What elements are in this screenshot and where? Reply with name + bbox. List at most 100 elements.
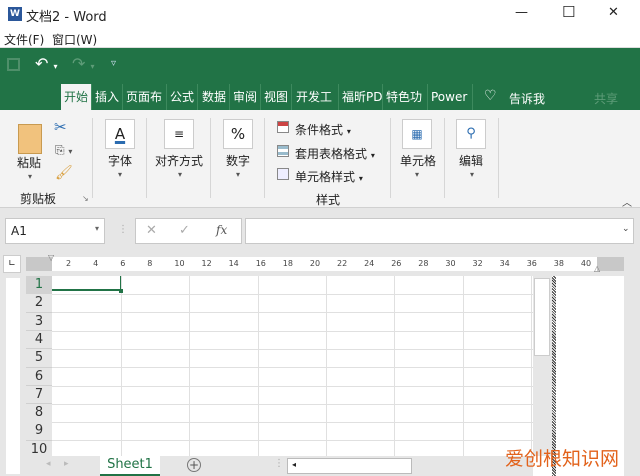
number-button[interactable]: 数字 [226,152,250,169]
alignment-icon[interactable]: ≡ [164,119,194,149]
cells-button[interactable]: 单元格 [400,152,436,169]
cell-styles-button[interactable]: 单元格样式 ▾ [295,168,363,185]
ruler-mark: 32 [472,259,483,268]
word-icon: W [8,7,22,21]
font-button[interactable]: 字体 [108,152,132,169]
row-header[interactable]: 7 [26,385,52,405]
row-header[interactable]: 5 [26,349,52,368]
minimize-button[interactable]: — [515,5,528,20]
indent-marker[interactable]: ▽ [48,253,54,262]
row-header[interactable]: 9 [26,422,52,441]
tab-page-layout[interactable]: 页面布 [123,84,167,110]
enter-icon[interactable]: ✓ [179,223,190,238]
gridline [52,440,533,442]
alignment-button[interactable]: 对齐方式 [155,152,203,169]
alignment-dropdown-icon[interactable]: ▾ [178,170,182,179]
editing-icon[interactable]: ⚲ [456,119,486,149]
menu-file[interactable]: 文件(F) [4,31,44,48]
column-gridline [394,276,395,456]
prev-sheet-icon[interactable]: ◂ [46,459,51,469]
cells-dropdown-icon[interactable]: ▾ [415,170,419,179]
cancel-icon[interactable]: ✕ [146,223,157,238]
splitter-handle[interactable]: ⋮ [274,458,284,469]
scroll-left-icon[interactable]: ◂ [292,460,296,469]
right-indent-marker[interactable]: △ [594,264,600,273]
row-header[interactable]: 2 [26,294,52,313]
save-icon[interactable] [7,58,20,71]
column-gridline [326,276,327,456]
number-dropdown-icon[interactable]: ▾ [236,170,240,179]
ruler-mark: 10 [174,259,185,268]
tab-data[interactable]: 数据 [199,84,231,110]
cells-icon[interactable]: ▦ [402,119,432,149]
column-gridline [531,276,532,456]
horizontal-scrollbar[interactable]: ◂ [287,458,412,474]
tab-stop-selector[interactable]: ∟ [3,255,21,273]
formula-bar: A1 ▾ ⋮ ✕ ✓ fx ⌄ [0,208,640,252]
paste-icon[interactable] [18,124,42,154]
drag-handle-icon[interactable]: ⋮ [118,224,128,235]
tab-view[interactable]: 视图 [261,84,293,110]
column-gridline [258,276,259,456]
row-header[interactable]: 8 [26,404,52,423]
scroll-thumb[interactable] [534,278,550,356]
tab-power[interactable]: Power [428,84,473,110]
format-painter-icon[interactable]: 🖌 [55,165,73,181]
share-button[interactable]: 共享 [594,90,618,107]
next-sheet-icon[interactable]: ▸ [64,459,69,469]
expand-formula-icon[interactable]: ⌄ [622,224,630,234]
font-icon[interactable]: A [105,119,135,149]
row-header[interactable]: 6 [26,367,52,386]
name-box[interactable]: A1 ▾ [5,218,105,244]
tab-foxit-pdf[interactable]: 福昕PD [339,84,383,110]
tell-me-search[interactable]: 告诉我 [509,90,545,107]
cell-styles-icon [277,168,289,180]
conditional-format-button[interactable]: 条件格式 ▾ [295,121,351,138]
tab-developer[interactable]: 开发工 [293,84,339,110]
vertical-ruler [0,276,26,476]
fill-handle[interactable] [119,289,123,293]
ruler-mark: 30 [445,259,456,268]
editing-button[interactable]: 编辑 [459,152,483,169]
table-format-button[interactable]: 套用表格格式 ▾ [295,145,375,162]
copy-icon[interactable]: ⎘ ▾ [55,143,72,158]
tab-review[interactable]: 审阅 [230,84,262,110]
insert-function-button[interactable]: fx [216,223,227,237]
paste-button[interactable]: 粘贴 [17,154,41,171]
close-button[interactable]: ✕ [608,5,619,20]
tab-features[interactable]: 特色功 [383,84,428,110]
font-dropdown-icon[interactable]: ▾ [118,170,122,179]
ruler-mark: 22 [337,259,348,268]
gridline [52,422,533,424]
ruler-mark: 36 [526,259,537,268]
selected-cell-a1[interactable] [52,276,121,291]
vertical-scrollbar[interactable] [533,276,552,456]
add-sheet-button[interactable]: + [187,458,201,472]
styles-group-label: 样式 [316,193,341,207]
ruler: ∟ ▽ △ 2 4 6 8 10 12 14 16 18 20 22 24 26 28 30 32 34 36 38… [0,252,640,276]
gridline [52,348,533,350]
row-header[interactable]: 3 [26,312,52,332]
editing-dropdown-icon[interactable]: ▾ [470,170,474,179]
tab-insert[interactable]: 插入 [92,84,124,110]
number-icon[interactable]: % [223,119,253,149]
paste-dropdown-icon[interactable]: ▾ [28,172,32,181]
tab-formulas[interactable]: 公式 [167,84,199,110]
collapse-ribbon-icon[interactable]: ︿ [622,194,632,209]
formula-input[interactable] [245,218,634,244]
worksheet-grid[interactable] [26,276,533,456]
tab-home[interactable]: 开始 [61,84,93,110]
row-header[interactable]: 4 [26,330,52,350]
menu-window[interactable]: 窗口(W) [52,31,97,48]
undo-icon[interactable]: ↶ ▾ [35,54,58,73]
customize-icon[interactable]: ▿ [111,58,116,69]
watermark: 爱创根知识网 [505,448,620,470]
row-header[interactable]: 1 [26,276,52,295]
column-gridline [463,276,464,456]
redo-icon[interactable]: ↷ ▾ [72,54,95,73]
dialog-launcher-icon[interactable]: ↘ [82,194,89,203]
maximize-button[interactable]: ☐ [562,3,575,21]
clipboard-group-label: 剪贴板 [20,192,57,206]
cut-icon[interactable]: ✂ [54,118,67,136]
sheet-tab-sheet1[interactable]: Sheet1 [100,456,160,476]
